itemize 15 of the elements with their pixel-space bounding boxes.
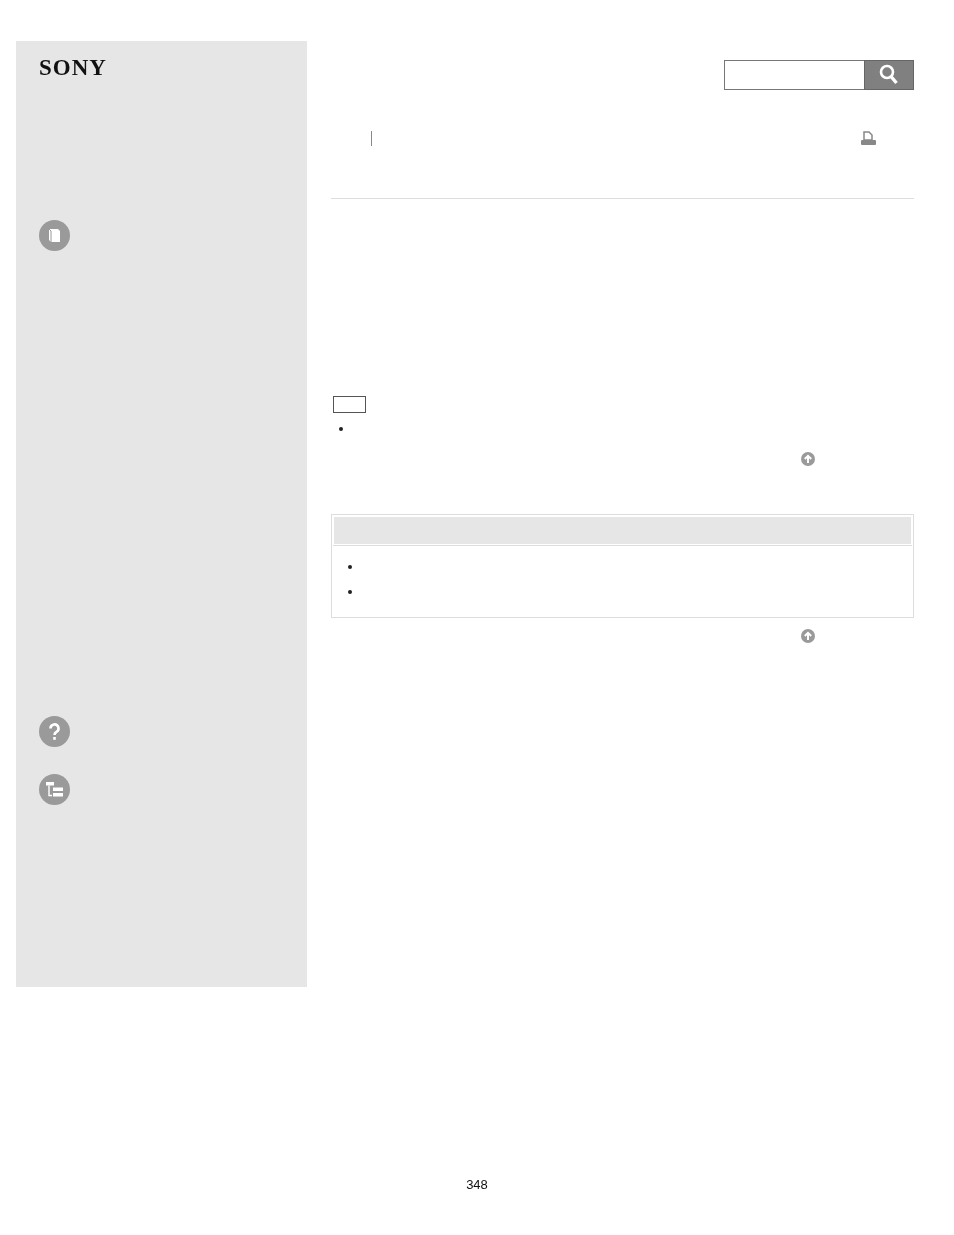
bullet	[339, 427, 343, 431]
bullet	[348, 590, 352, 594]
print-icon[interactable]	[860, 130, 877, 146]
search-icon	[879, 64, 899, 86]
tree-icon[interactable]	[39, 774, 70, 805]
note-label	[333, 396, 366, 413]
search-field[interactable]	[724, 60, 864, 90]
back-to-top-icon[interactable]	[801, 452, 815, 466]
help-icon[interactable]	[39, 716, 70, 747]
logo: SONY	[39, 56, 107, 80]
bullet	[348, 565, 352, 569]
back-to-top-icon[interactable]	[801, 629, 815, 643]
book-icon[interactable]	[39, 220, 70, 251]
search-button[interactable]	[864, 60, 914, 90]
page-number: 348	[465, 1177, 489, 1192]
